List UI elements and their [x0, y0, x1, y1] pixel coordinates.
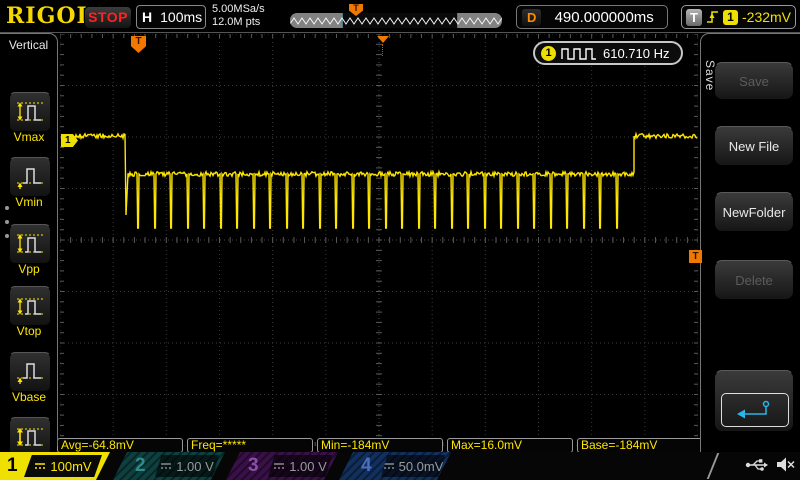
acquisition-info: 5.00MSa/s 12.0M pts [212, 3, 265, 29]
frequency-counter-source-badge: 1 [541, 46, 556, 61]
channel4-chip[interactable]: 4 50.0mV [339, 452, 451, 480]
vbase-button[interactable] [9, 352, 51, 392]
channel2-number: 2 [135, 454, 146, 478]
timebase-value: 100ms [160, 9, 202, 25]
rising-edge-icon [706, 9, 719, 25]
waveform-display [60, 34, 698, 446]
frequency-counter-value: 610.710 Hz [603, 46, 670, 61]
channel-status-bar: 1 100mV 2 1.00 V 3 [0, 452, 800, 480]
waveform-overview-thumbnail[interactable] [290, 13, 502, 28]
measurement-avg: Avg=-64.8mV [57, 438, 183, 453]
delay-display: D 490.000000ms [516, 5, 668, 29]
menu-page-dot [5, 206, 9, 210]
vbase-label: Vbase [0, 390, 58, 404]
channel3-chip[interactable]: 3 1.00 V [226, 452, 338, 480]
measurement-freq: Freq=***** [187, 438, 313, 453]
vmax-label: Vmax [0, 130, 58, 144]
channel4-number: 4 [361, 454, 372, 478]
oscilloscope-screen: RIGOL STOP H 100ms 5.00MSa/s 12.0M pts T… [0, 0, 800, 480]
square-wave-icon [561, 47, 597, 60]
trigger-status-display[interactable]: T 1 -232mV [681, 5, 796, 29]
sample-rate: 5.00MSa/s [212, 3, 265, 16]
thumbnail-wave [290, 13, 502, 28]
vtop-label: Vtop [0, 324, 58, 338]
vertical-measure-menu: Vertical Vmax Vmin [0, 33, 58, 446]
new-file-button[interactable]: New File [714, 126, 794, 166]
vpp-icon [15, 230, 45, 258]
dc-coupling-icon [34, 461, 46, 471]
vamp-button[interactable] [9, 417, 51, 457]
back-button-frame [721, 393, 789, 427]
trigger-level-marker[interactable]: T [689, 250, 702, 263]
return-arrow-icon [735, 398, 775, 422]
menu-page-dot [5, 234, 9, 238]
dc-coupling-icon [273, 461, 285, 471]
channel3-scale: 1.00 V [268, 455, 332, 477]
vmin-button[interactable] [9, 157, 51, 197]
menu-page-dot [5, 220, 9, 224]
status-icons [745, 456, 796, 474]
horizontal-timebase-display[interactable]: H 100ms [136, 5, 206, 29]
statusbar-divider [707, 453, 720, 479]
channel3-number: 3 [248, 454, 259, 478]
vmax-icon [15, 98, 45, 126]
vamp-icon [15, 423, 45, 451]
save-button[interactable]: Save [714, 62, 794, 100]
delay-label: D [522, 9, 541, 26]
memory-depth: 12.0M pts [212, 16, 265, 29]
frequency-counter: 1 610.710 Hz [533, 41, 683, 65]
horizontal-label: H [142, 9, 152, 25]
measurement-base: Base=-184mV [577, 438, 703, 453]
channel1-scale: 100mV [24, 455, 102, 477]
dc-coupling-icon [160, 461, 172, 471]
vbase-icon [15, 358, 45, 386]
channel1-chip[interactable]: 1 100mV [0, 452, 112, 480]
measurement-max: Max=16.0mV [447, 438, 573, 453]
channel2-scale: 1.00 V [155, 455, 219, 477]
trigger-level-value: -232mV [742, 9, 791, 25]
left-menu-title: Vertical [0, 34, 57, 52]
rigol-logo: RIGOL [6, 3, 93, 29]
save-menu: Save Save New File NewFolder Delete [700, 33, 800, 452]
back-button[interactable] [714, 370, 794, 432]
vtop-button[interactable] [9, 286, 51, 326]
channel2-chip[interactable]: 2 1.00 V [113, 452, 225, 480]
usb-icon [745, 456, 769, 474]
channel1-trace [75, 134, 697, 228]
delay-value: 490.000000ms [541, 9, 667, 26]
trigger-source-badge: 1 [723, 10, 738, 25]
horizontal-center-marker-line [382, 44, 383, 56]
channel1-number: 1 [7, 454, 18, 478]
vmax-button[interactable] [9, 92, 51, 132]
horizontal-center-marker-icon [377, 36, 389, 43]
delete-button[interactable]: Delete [714, 260, 794, 300]
speaker-muted-icon [776, 456, 796, 474]
run-stop-state[interactable]: STOP [84, 6, 132, 29]
top-status-bar: RIGOL STOP H 100ms 5.00MSa/s 12.0M pts T… [0, 0, 800, 33]
measurement-min: Min=-184mV [317, 438, 443, 453]
channel4-scale: 50.0mV [381, 455, 445, 477]
trigger-label: T [686, 9, 702, 26]
vmin-icon [15, 163, 45, 191]
new-folder-button[interactable]: NewFolder [714, 192, 794, 232]
vtop-icon [15, 292, 45, 320]
vpp-button[interactable] [9, 224, 51, 264]
vpp-label: Vpp [0, 262, 58, 276]
